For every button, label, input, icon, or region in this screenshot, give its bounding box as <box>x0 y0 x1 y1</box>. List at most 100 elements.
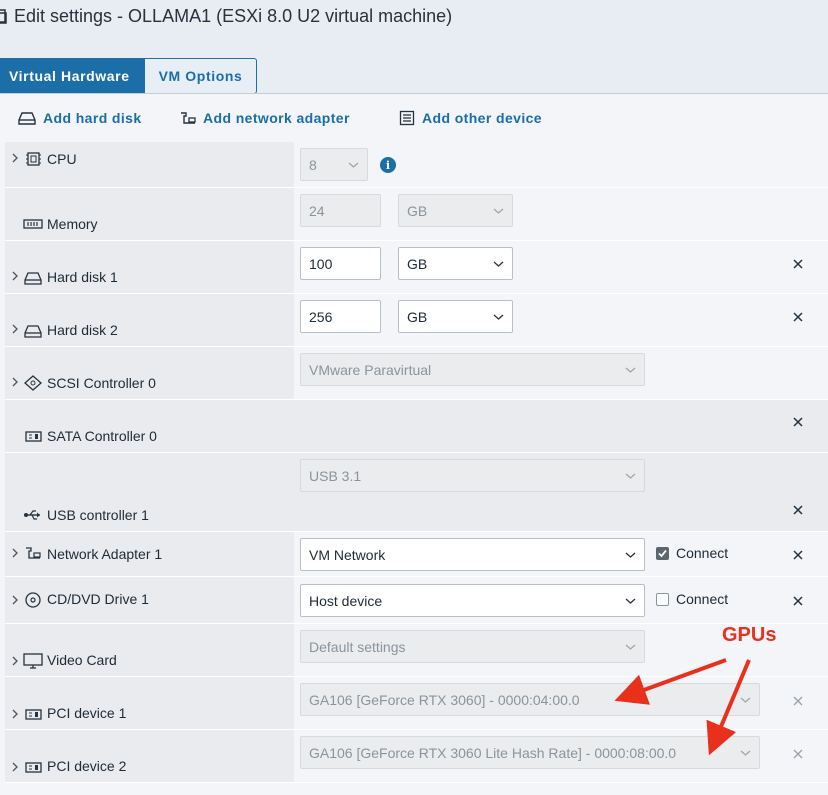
device-name-memory: Memory <box>47 216 98 232</box>
chevron-right-icon[interactable] <box>10 656 20 666</box>
checkbox-checked-icon <box>656 546 669 560</box>
device-row-hard-disk-2: Hard disk 2 256 GB <box>5 294 828 347</box>
pci-device-icon <box>25 762 42 773</box>
pci-device-icon <box>25 709 42 720</box>
network-value: VM Network <box>309 546 386 563</box>
hard-disk-2-size-input[interactable]: 256 <box>300 300 381 333</box>
video-settings-select[interactable]: Default settings <box>300 630 645 663</box>
cdrom-connect-checkbox[interactable]: Connect <box>656 591 728 607</box>
add-hard-disk-label: Add hard disk <box>43 110 142 126</box>
hard-disk-1-unit-value: GB <box>407 255 428 272</box>
pci-1-device-value: GA106 [GeForce RTX 3060] - 0000:04:00.0 <box>309 691 580 708</box>
chevron-down-icon <box>625 598 636 604</box>
chevron-right-icon[interactable] <box>10 377 20 387</box>
pci-2-device-select[interactable]: GA106 [GeForce RTX 3060 Lite Hash Rate] … <box>300 736 760 769</box>
info-icon[interactable]: i <box>380 157 396 173</box>
chevron-down-icon <box>493 261 504 267</box>
hard-disk-icon <box>18 112 36 125</box>
tab-vm-options[interactable]: VM Options <box>144 58 258 94</box>
cpu-count-select[interactable]: 8 <box>300 148 368 181</box>
chevron-right-icon[interactable] <box>10 595 20 605</box>
monitor-icon <box>23 653 43 669</box>
pci-1-device-select[interactable]: GA106 [GeForce RTX 3060] - 0000:04:00.0 <box>300 683 760 716</box>
cpu-count-value: 8 <box>309 156 317 173</box>
chevron-right-icon[interactable] <box>10 271 20 281</box>
device-name-hard-disk-1: Hard disk 1 <box>47 269 118 285</box>
network-connect-checkbox[interactable]: Connect <box>656 545 728 561</box>
device-row-memory: Memory 24 GB <box>5 188 828 241</box>
chevron-down-icon <box>625 552 636 558</box>
dialog-title-text: Edit settings - OLLAMA1 (ESXi 8.0 U2 vir… <box>14 5 453 26</box>
hard-disk-2-unit-select[interactable]: GB <box>398 300 513 333</box>
cdrom-source-select[interactable]: Host device <box>300 584 645 617</box>
remove-device-icon[interactable] <box>791 594 805 608</box>
hard-disk-icon <box>24 272 42 285</box>
pci-2-device-value: GA106 [GeForce RTX 3060 Lite Hash Rate] … <box>309 744 677 761</box>
scsi-controller-icon <box>24 375 42 391</box>
hard-disk-1-size-input[interactable]: 100 <box>300 247 381 280</box>
add-other-device-label: Add other device <box>422 110 542 126</box>
device-row-network-adapter: Network Adapter 1 VM Network Connect <box>5 532 828 577</box>
scsi-type-select[interactable]: VMware Paravirtual <box>300 353 645 386</box>
dialog-title: Edit settings - OLLAMA1 (ESXi 8.0 U2 vir… <box>0 2 452 30</box>
usb-version-value: USB 3.1 <box>309 467 362 484</box>
remove-device-icon[interactable] <box>791 310 805 324</box>
remove-device-icon[interactable] <box>791 694 805 708</box>
device-list-icon <box>399 110 415 126</box>
device-row-sata-controller: SATA Controller 0 <box>5 400 828 453</box>
chevron-down-icon <box>625 644 636 650</box>
chevron-down-icon <box>740 697 751 703</box>
usb-icon <box>24 510 40 520</box>
network-connect-label: Connect <box>676 545 729 561</box>
device-row-pci-device-1: PCI device 1 GA106 [GeForce RTX 3060] - … <box>5 677 828 730</box>
add-hard-disk-button[interactable]: Add hard disk <box>18 108 142 128</box>
remove-device-icon[interactable] <box>791 747 805 761</box>
add-network-adapter-label: Add network adapter <box>203 110 350 126</box>
remove-device-icon[interactable] <box>791 503 805 517</box>
network-select[interactable]: VM Network <box>300 538 645 571</box>
device-name-cdrom: CD/DVD Drive 1 <box>47 591 149 607</box>
device-name-sata: SATA Controller 0 <box>47 428 157 444</box>
device-name-pci-1: PCI device 1 <box>47 705 127 721</box>
add-other-device-button[interactable]: Add other device <box>399 108 542 128</box>
chevron-right-icon[interactable] <box>10 153 20 163</box>
memory-unit-select[interactable]: GB <box>398 194 513 227</box>
device-name-usb: USB controller 1 <box>47 507 149 523</box>
checkbox-unchecked-icon <box>656 592 669 606</box>
add-network-adapter-button[interactable]: Add network adapter <box>180 108 350 128</box>
network-adapter-icon <box>26 547 41 559</box>
hard-disk-2-unit-value: GB <box>407 308 428 325</box>
gpus-annotation-label: GPUs <box>722 624 777 646</box>
vm-settings-icon <box>0 9 7 24</box>
cdrom-connect-label: Connect <box>676 591 729 607</box>
chevron-down-icon <box>493 208 504 214</box>
device-name-hard-disk-2: Hard disk 2 <box>47 322 118 338</box>
chevron-down-icon <box>348 162 359 168</box>
device-name-scsi: SCSI Controller 0 <box>47 375 156 391</box>
chevron-right-icon[interactable] <box>10 548 20 558</box>
memory-unit-value: GB <box>407 202 428 219</box>
chevron-right-icon[interactable] <box>10 324 20 334</box>
cdrom-source-value: Host device <box>309 592 383 609</box>
memory-icon <box>23 219 43 229</box>
remove-device-icon[interactable] <box>791 257 805 271</box>
chevron-right-icon[interactable] <box>10 762 20 772</box>
hard-disk-1-unit-select[interactable]: GB <box>398 247 513 280</box>
video-settings-value: Default settings <box>309 638 406 655</box>
chevron-down-icon <box>493 314 504 320</box>
chevron-down-icon <box>625 473 636 479</box>
hard-disk-1-size-value: 100 <box>309 255 333 272</box>
remove-device-icon[interactable] <box>791 415 805 429</box>
memory-size-value: 24 <box>309 202 325 219</box>
memory-size-input[interactable]: 24 <box>300 194 381 227</box>
device-row-cpu: CPU 8 i <box>5 142 828 188</box>
chevron-right-icon[interactable] <box>10 709 20 719</box>
usb-version-select[interactable]: USB 3.1 <box>300 459 645 492</box>
tab-virtual-hardware[interactable]: Virtual Hardware <box>0 58 145 94</box>
device-row-video-card: Video Card Default settings <box>5 624 828 677</box>
sata-controller-icon <box>25 431 42 442</box>
device-name-network: Network Adapter 1 <box>47 546 163 562</box>
device-row-cd-dvd-drive: CD/DVD Drive 1 Host device Connect <box>5 577 828 624</box>
cpu-icon <box>26 152 41 166</box>
remove-device-icon[interactable] <box>791 548 805 562</box>
